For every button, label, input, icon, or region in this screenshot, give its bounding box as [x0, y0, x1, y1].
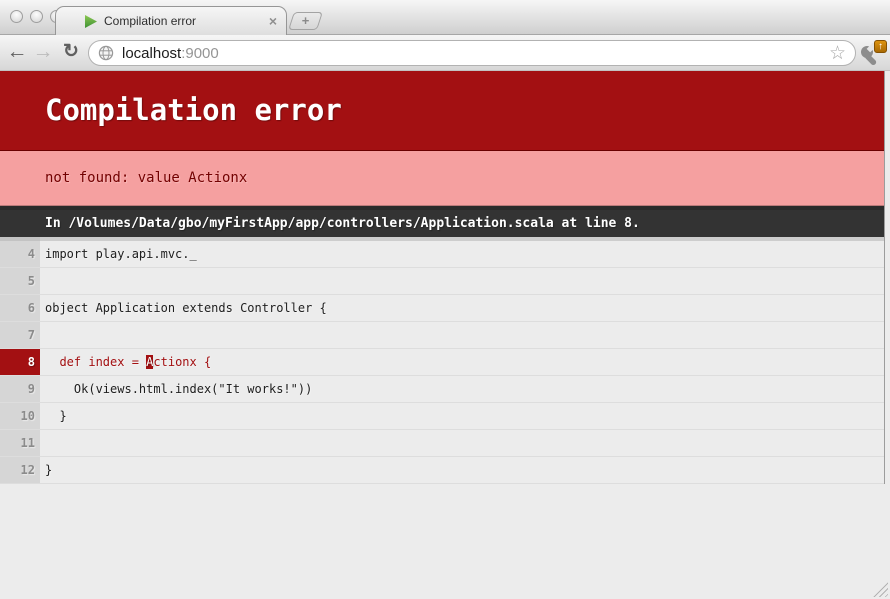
globe-icon: [98, 45, 114, 61]
code-after-marker: ctionx {: [153, 355, 211, 369]
code-line-6: 6object Application extends Controller {: [0, 295, 884, 322]
plus-icon: +: [292, 13, 319, 29]
tab-title: Compilation error: [104, 14, 263, 28]
line-number: 5: [0, 268, 40, 294]
line-number: 9: [0, 376, 40, 402]
browser-toolbar: ← → ↻ localhost:9000 ☆ ↑: [0, 34, 890, 71]
tab-strip: Compilation error × +: [0, 0, 890, 34]
reload-button[interactable]: ↻: [58, 35, 84, 70]
address-bar[interactable]: localhost:9000 ☆: [88, 40, 856, 66]
line-number: 12: [0, 457, 40, 483]
line-number: 11: [0, 430, 40, 456]
code-before-marker: def index =: [45, 355, 146, 369]
error-page: Compilation error not found: value Actio…: [0, 71, 885, 484]
url-host: localhost: [122, 45, 181, 62]
code-line-9: 9 Ok(views.html.index("It works!")): [0, 376, 884, 403]
page-title: Compilation error: [0, 71, 884, 151]
forward-button: →: [30, 35, 56, 70]
code-line-5: 5: [0, 268, 884, 295]
line-number: 4: [0, 241, 40, 267]
line-number: 8: [0, 349, 40, 375]
menu-wrench-button[interactable]: ↑: [858, 41, 888, 67]
code-listing: 4import play.api.mvc._56object Applicati…: [0, 241, 884, 484]
play-favicon-icon: [84, 14, 98, 29]
update-badge: ↑: [874, 40, 887, 53]
line-code: [40, 322, 884, 348]
line-code: def index = Actionx {: [40, 349, 884, 375]
new-tab-button[interactable]: +: [288, 12, 323, 30]
line-code: import play.api.mvc._: [40, 241, 884, 267]
code-line-4: 4import play.api.mvc._: [0, 241, 884, 268]
url-port: :9000: [181, 45, 219, 62]
line-code: }: [40, 403, 884, 429]
window-minimize-button[interactable]: [30, 10, 43, 23]
code-line-11: 11: [0, 430, 884, 457]
code-line-12: 12}: [0, 457, 884, 484]
line-code: [40, 268, 884, 294]
bookmark-star-icon[interactable]: ☆: [829, 44, 846, 63]
line-code: [40, 430, 884, 456]
back-button[interactable]: ←: [4, 35, 30, 70]
error-detail: not found: value Actionx: [0, 151, 884, 206]
browser-tab[interactable]: Compilation error ×: [55, 6, 287, 35]
line-number: 7: [0, 322, 40, 348]
line-code: Ok(views.html.index("It works!")): [40, 376, 884, 402]
tab-close-icon[interactable]: ×: [269, 14, 277, 28]
code-line-7: 7: [0, 322, 884, 349]
code-line-10: 10 }: [0, 403, 884, 430]
code-line-8: 8 def index = Actionx {: [0, 349, 884, 376]
line-code: }: [40, 457, 884, 483]
window-resize-grip[interactable]: [870, 579, 888, 597]
line-number: 10: [0, 403, 40, 429]
line-number: 6: [0, 295, 40, 321]
window-close-button[interactable]: [10, 10, 23, 23]
line-code: object Application extends Controller {: [40, 295, 884, 321]
error-location: In /Volumes/Data/gbo/myFirstApp/app/cont…: [0, 206, 884, 237]
url-text[interactable]: localhost:9000: [122, 45, 219, 62]
